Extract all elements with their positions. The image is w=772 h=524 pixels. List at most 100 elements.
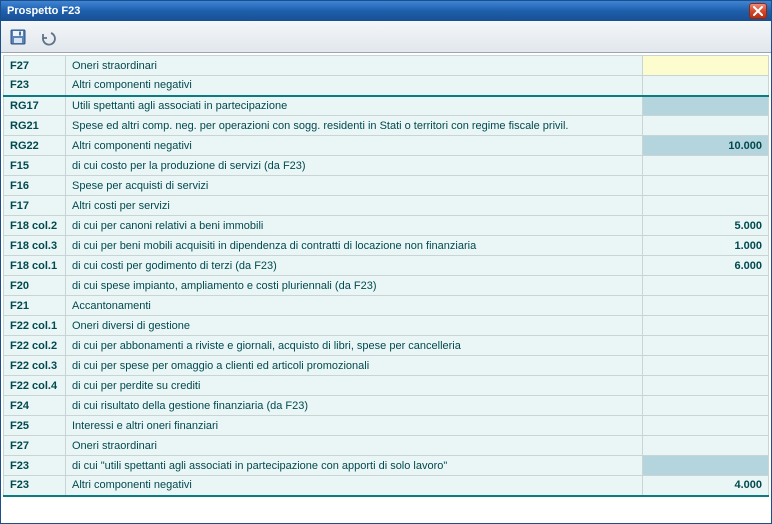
table-row: F18 col.3di cui per beni mobili acquisit…	[4, 236, 769, 256]
table-row: RG17Utili spettanti agli associati in pa…	[4, 96, 769, 116]
content-area: F27Oneri straordinariF23Altri componenti…	[1, 53, 771, 523]
row-value[interactable]	[643, 356, 769, 376]
row-code: F18 col.3	[4, 236, 66, 256]
row-description: Spese ed altri comp. neg. per operazioni…	[66, 116, 643, 136]
row-code: F17	[4, 196, 66, 216]
row-description: Spese per acquisti di servizi	[66, 176, 643, 196]
row-value[interactable]: 4.000	[643, 476, 769, 496]
window-title: Prospetto F23	[7, 5, 749, 17]
row-value[interactable]: 5.000	[643, 216, 769, 236]
row-code: F23	[4, 456, 66, 476]
row-code: F21	[4, 296, 66, 316]
row-description: di cui per abbonamenti a riviste e giorn…	[66, 336, 643, 356]
row-description: di cui spese impianto, ampliamento e cos…	[66, 276, 643, 296]
row-description: di cui per beni mobili acquisiti in dipe…	[66, 236, 643, 256]
table-row: F22 col.1Oneri diversi di gestione	[4, 316, 769, 336]
row-description: di cui risultato della gestione finanzia…	[66, 396, 643, 416]
row-description: Oneri straordinari	[66, 436, 643, 456]
row-description: di cui costi per godimento di terzi (da …	[66, 256, 643, 276]
close-button[interactable]	[749, 3, 767, 19]
row-code: F22 col.1	[4, 316, 66, 336]
table-row: F16Spese per acquisti di servizi	[4, 176, 769, 196]
row-value[interactable]	[643, 416, 769, 436]
toolbar	[1, 21, 771, 53]
row-code: F23	[4, 476, 66, 496]
row-value[interactable]: 6.000	[643, 256, 769, 276]
row-value[interactable]	[643, 156, 769, 176]
row-value[interactable]	[643, 336, 769, 356]
row-value[interactable]	[643, 436, 769, 456]
row-code: F16	[4, 176, 66, 196]
row-description: Accantonamenti	[66, 296, 643, 316]
row-code: RG22	[4, 136, 66, 156]
row-value[interactable]	[643, 376, 769, 396]
save-button[interactable]	[7, 26, 29, 48]
row-description: Altri componenti negativi	[66, 76, 643, 96]
row-description: Altri componenti negativi	[66, 476, 643, 496]
table-row: F22 col.3di cui per spese per omaggio a …	[4, 356, 769, 376]
table-row: F22 col.4di cui per perdite su crediti	[4, 376, 769, 396]
titlebar: Prospetto F23	[1, 1, 771, 21]
row-code: F23	[4, 76, 66, 96]
row-code: F22 col.3	[4, 356, 66, 376]
row-code: F27	[4, 56, 66, 76]
table-row: F24di cui risultato della gestione finan…	[4, 396, 769, 416]
row-value[interactable]: 10.000	[643, 136, 769, 156]
table-row: F18 col.1di cui costi per godimento di t…	[4, 256, 769, 276]
row-description: di cui costo per la produzione di serviz…	[66, 156, 643, 176]
table-row: F17Altri costi per servizi	[4, 196, 769, 216]
table-row: F23Altri componenti negativi4.000	[4, 476, 769, 496]
row-description: Altri componenti negativi	[66, 136, 643, 156]
row-description: Altri costi per servizi	[66, 196, 643, 216]
row-code: F15	[4, 156, 66, 176]
row-description: di cui per perdite su crediti	[66, 376, 643, 396]
row-code: F22 col.4	[4, 376, 66, 396]
row-value[interactable]	[643, 116, 769, 136]
data-table: F27Oneri straordinariF23Altri componenti…	[3, 55, 769, 497]
row-value[interactable]	[643, 196, 769, 216]
row-description: di cui per spese per omaggio a clienti e…	[66, 356, 643, 376]
row-value[interactable]	[643, 276, 769, 296]
table-row: RG22Altri componenti negativi10.000	[4, 136, 769, 156]
table-row: RG21Spese ed altri comp. neg. per operaz…	[4, 116, 769, 136]
row-description: di cui "utili spettanti agli associati i…	[66, 456, 643, 476]
row-value[interactable]	[643, 176, 769, 196]
row-code: F18 col.1	[4, 256, 66, 276]
table-row: F21Accantonamenti	[4, 296, 769, 316]
row-value[interactable]	[643, 296, 769, 316]
row-code: F18 col.2	[4, 216, 66, 236]
row-code: F24	[4, 396, 66, 416]
row-value[interactable]	[643, 456, 769, 476]
table-row: F15di cui costo per la produzione di ser…	[4, 156, 769, 176]
undo-icon	[39, 28, 57, 46]
row-value[interactable]	[643, 76, 769, 96]
row-value[interactable]	[643, 96, 769, 116]
table-row: F27Oneri straordinari	[4, 56, 769, 76]
table-row: F23di cui "utili spettanti agli associat…	[4, 456, 769, 476]
row-value[interactable]	[643, 316, 769, 336]
table-row: F20di cui spese impianto, ampliamento e …	[4, 276, 769, 296]
row-description: di cui per canoni relativi a beni immobi…	[66, 216, 643, 236]
table-row: F25Interessi e altri oneri finanziari	[4, 416, 769, 436]
close-icon	[753, 6, 763, 16]
row-code: F27	[4, 436, 66, 456]
row-code: F22 col.2	[4, 336, 66, 356]
table-row: F23Altri componenti negativi	[4, 76, 769, 96]
save-icon	[9, 28, 27, 46]
row-value[interactable]	[643, 396, 769, 416]
table-row: F18 col.2di cui per canoni relativi a be…	[4, 216, 769, 236]
row-description: Oneri straordinari	[66, 56, 643, 76]
row-description: Interessi e altri oneri finanziari	[66, 416, 643, 436]
row-code: RG21	[4, 116, 66, 136]
row-code: F25	[4, 416, 66, 436]
row-description: Oneri diversi di gestione	[66, 316, 643, 336]
undo-button[interactable]	[37, 26, 59, 48]
table-row: F22 col.2di cui per abbonamenti a rivist…	[4, 336, 769, 356]
table-row: F27Oneri straordinari	[4, 436, 769, 456]
row-code: RG17	[4, 96, 66, 116]
row-value[interactable]: 1.000	[643, 236, 769, 256]
row-value[interactable]	[643, 56, 769, 76]
row-code: F20	[4, 276, 66, 296]
window: Prospetto F23	[0, 0, 772, 524]
row-description: Utili spettanti agli associati in partec…	[66, 96, 643, 116]
